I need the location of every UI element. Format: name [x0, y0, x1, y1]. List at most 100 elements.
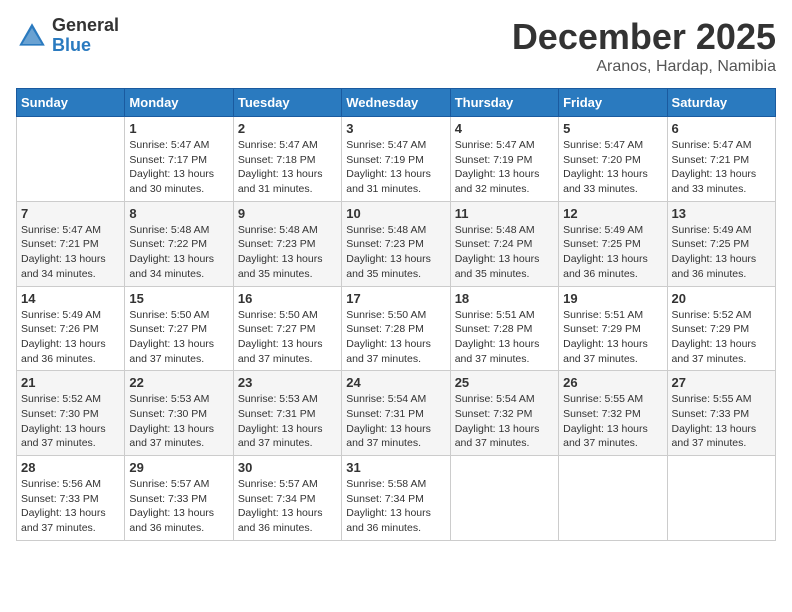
title-block: December 2025 Aranos, Hardap, Namibia	[512, 16, 776, 76]
day-number: 27	[672, 375, 771, 390]
day-info: Sunrise: 5:48 AM Sunset: 7:22 PM Dayligh…	[129, 223, 228, 282]
logo-blue: Blue	[52, 36, 119, 56]
calendar-week-2: 7 Sunrise: 5:47 AM Sunset: 7:21 PM Daylig…	[17, 201, 776, 286]
calendar-cell: 30 Sunrise: 5:57 AM Sunset: 7:34 PM Dayli…	[233, 456, 341, 541]
calendar-cell: 25 Sunrise: 5:54 AM Sunset: 7:32 PM Dayli…	[450, 371, 558, 456]
day-info: Sunrise: 5:47 AM Sunset: 7:21 PM Dayligh…	[672, 138, 771, 197]
calendar-cell: 17 Sunrise: 5:50 AM Sunset: 7:28 PM Dayli…	[342, 286, 450, 371]
day-number: 7	[21, 206, 120, 221]
calendar-cell: 10 Sunrise: 5:48 AM Sunset: 7:23 PM Dayli…	[342, 201, 450, 286]
header-thursday: Thursday	[450, 89, 558, 117]
day-info: Sunrise: 5:49 AM Sunset: 7:26 PM Dayligh…	[21, 308, 120, 367]
day-number: 25	[455, 375, 554, 390]
day-number: 18	[455, 291, 554, 306]
calendar-cell: 13 Sunrise: 5:49 AM Sunset: 7:25 PM Dayli…	[667, 201, 775, 286]
day-number: 15	[129, 291, 228, 306]
header-friday: Friday	[559, 89, 667, 117]
calendar-cell	[667, 456, 775, 541]
day-number: 12	[563, 206, 662, 221]
day-info: Sunrise: 5:54 AM Sunset: 7:32 PM Dayligh…	[455, 392, 554, 451]
day-info: Sunrise: 5:47 AM Sunset: 7:18 PM Dayligh…	[238, 138, 337, 197]
day-number: 4	[455, 121, 554, 136]
calendar-cell: 1Sunrise: 5:47 AM Sunset: 7:17 PM Daylig…	[125, 117, 233, 202]
day-number: 19	[563, 291, 662, 306]
day-number: 26	[563, 375, 662, 390]
calendar-cell	[450, 456, 558, 541]
day-info: Sunrise: 5:51 AM Sunset: 7:28 PM Dayligh…	[455, 308, 554, 367]
calendar-cell: 16 Sunrise: 5:50 AM Sunset: 7:27 PM Dayli…	[233, 286, 341, 371]
logo-icon	[16, 20, 48, 52]
page-header: General Blue December 2025 Aranos, Harda…	[16, 16, 776, 76]
day-number: 22	[129, 375, 228, 390]
day-number: 16	[238, 291, 337, 306]
calendar-cell: 9 Sunrise: 5:48 AM Sunset: 7:23 PM Daylig…	[233, 201, 341, 286]
day-info: Sunrise: 5:47 AM Sunset: 7:21 PM Dayligh…	[21, 223, 120, 282]
location: Aranos, Hardap, Namibia	[512, 58, 776, 76]
day-number: 8	[129, 206, 228, 221]
day-number: 10	[346, 206, 445, 221]
calendar-cell: 3 Sunrise: 5:47 AM Sunset: 7:19 PM Daylig…	[342, 117, 450, 202]
calendar-cell: 19 Sunrise: 5:51 AM Sunset: 7:29 PM Dayli…	[559, 286, 667, 371]
day-info: Sunrise: 5:47 AM Sunset: 7:19 PM Dayligh…	[346, 138, 445, 197]
calendar-cell: 28 Sunrise: 5:56 AM Sunset: 7:33 PM Dayli…	[17, 456, 125, 541]
day-info: Sunrise: 5:49 AM Sunset: 7:25 PM Dayligh…	[672, 223, 771, 282]
header-wednesday: Wednesday	[342, 89, 450, 117]
calendar-cell: 8 Sunrise: 5:48 AM Sunset: 7:22 PM Daylig…	[125, 201, 233, 286]
calendar-cell: 6Sunrise: 5:47 AM Sunset: 7:21 PM Daylig…	[667, 117, 775, 202]
day-info: Sunrise: 5:47 AM Sunset: 7:19 PM Dayligh…	[455, 138, 554, 197]
calendar-week-4: 21Sunrise: 5:52 AM Sunset: 7:30 PM Dayli…	[17, 371, 776, 456]
calendar-cell: 22Sunrise: 5:53 AM Sunset: 7:30 PM Dayli…	[125, 371, 233, 456]
day-info: Sunrise: 5:50 AM Sunset: 7:27 PM Dayligh…	[238, 308, 337, 367]
calendar-cell: 21Sunrise: 5:52 AM Sunset: 7:30 PM Dayli…	[17, 371, 125, 456]
header-tuesday: Tuesday	[233, 89, 341, 117]
day-info: Sunrise: 5:50 AM Sunset: 7:28 PM Dayligh…	[346, 308, 445, 367]
day-number: 13	[672, 206, 771, 221]
day-number: 14	[21, 291, 120, 306]
calendar-cell: 12 Sunrise: 5:49 AM Sunset: 7:25 PM Dayli…	[559, 201, 667, 286]
day-info: Sunrise: 5:55 AM Sunset: 7:32 PM Dayligh…	[563, 392, 662, 451]
day-number: 5	[563, 121, 662, 136]
calendar-week-1: 1Sunrise: 5:47 AM Sunset: 7:17 PM Daylig…	[17, 117, 776, 202]
day-number: 23	[238, 375, 337, 390]
calendar-cell: 20Sunrise: 5:52 AM Sunset: 7:29 PM Dayli…	[667, 286, 775, 371]
logo-general: General	[52, 16, 119, 36]
header-saturday: Saturday	[667, 89, 775, 117]
day-info: Sunrise: 5:48 AM Sunset: 7:23 PM Dayligh…	[346, 223, 445, 282]
day-number: 11	[455, 206, 554, 221]
day-info: Sunrise: 5:49 AM Sunset: 7:25 PM Dayligh…	[563, 223, 662, 282]
calendar-cell: 29Sunrise: 5:57 AM Sunset: 7:33 PM Dayli…	[125, 456, 233, 541]
calendar-cell: 7 Sunrise: 5:47 AM Sunset: 7:21 PM Daylig…	[17, 201, 125, 286]
day-info: Sunrise: 5:55 AM Sunset: 7:33 PM Dayligh…	[672, 392, 771, 451]
calendar-table: SundayMondayTuesdayWednesdayThursdayFrid…	[16, 88, 776, 541]
calendar-week-3: 14 Sunrise: 5:49 AM Sunset: 7:26 PM Dayli…	[17, 286, 776, 371]
day-info: Sunrise: 5:51 AM Sunset: 7:29 PM Dayligh…	[563, 308, 662, 367]
logo-text: General Blue	[52, 16, 119, 56]
day-info: Sunrise: 5:54 AM Sunset: 7:31 PM Dayligh…	[346, 392, 445, 451]
calendar-cell: 23 Sunrise: 5:53 AM Sunset: 7:31 PM Dayli…	[233, 371, 341, 456]
calendar-cell: 5 Sunrise: 5:47 AM Sunset: 7:20 PM Daylig…	[559, 117, 667, 202]
calendar-cell: 26 Sunrise: 5:55 AM Sunset: 7:32 PM Dayli…	[559, 371, 667, 456]
day-info: Sunrise: 5:47 AM Sunset: 7:20 PM Dayligh…	[563, 138, 662, 197]
calendar-header-row: SundayMondayTuesdayWednesdayThursdayFrid…	[17, 89, 776, 117]
day-info: Sunrise: 5:58 AM Sunset: 7:34 PM Dayligh…	[346, 477, 445, 536]
calendar-cell: 24Sunrise: 5:54 AM Sunset: 7:31 PM Dayli…	[342, 371, 450, 456]
month-title: December 2025	[512, 16, 776, 58]
calendar-cell: 15Sunrise: 5:50 AM Sunset: 7:27 PM Dayli…	[125, 286, 233, 371]
day-number: 31	[346, 460, 445, 475]
day-number: 17	[346, 291, 445, 306]
day-info: Sunrise: 5:57 AM Sunset: 7:33 PM Dayligh…	[129, 477, 228, 536]
day-number: 1	[129, 121, 228, 136]
day-info: Sunrise: 5:57 AM Sunset: 7:34 PM Dayligh…	[238, 477, 337, 536]
day-info: Sunrise: 5:48 AM Sunset: 7:24 PM Dayligh…	[455, 223, 554, 282]
day-number: 30	[238, 460, 337, 475]
calendar-cell: 27 Sunrise: 5:55 AM Sunset: 7:33 PM Dayli…	[667, 371, 775, 456]
day-info: Sunrise: 5:56 AM Sunset: 7:33 PM Dayligh…	[21, 477, 120, 536]
day-info: Sunrise: 5:53 AM Sunset: 7:31 PM Dayligh…	[238, 392, 337, 451]
day-number: 3	[346, 121, 445, 136]
day-number: 28	[21, 460, 120, 475]
calendar-cell	[17, 117, 125, 202]
day-number: 2	[238, 121, 337, 136]
day-number: 9	[238, 206, 337, 221]
day-info: Sunrise: 5:48 AM Sunset: 7:23 PM Dayligh…	[238, 223, 337, 282]
day-info: Sunrise: 5:52 AM Sunset: 7:29 PM Dayligh…	[672, 308, 771, 367]
